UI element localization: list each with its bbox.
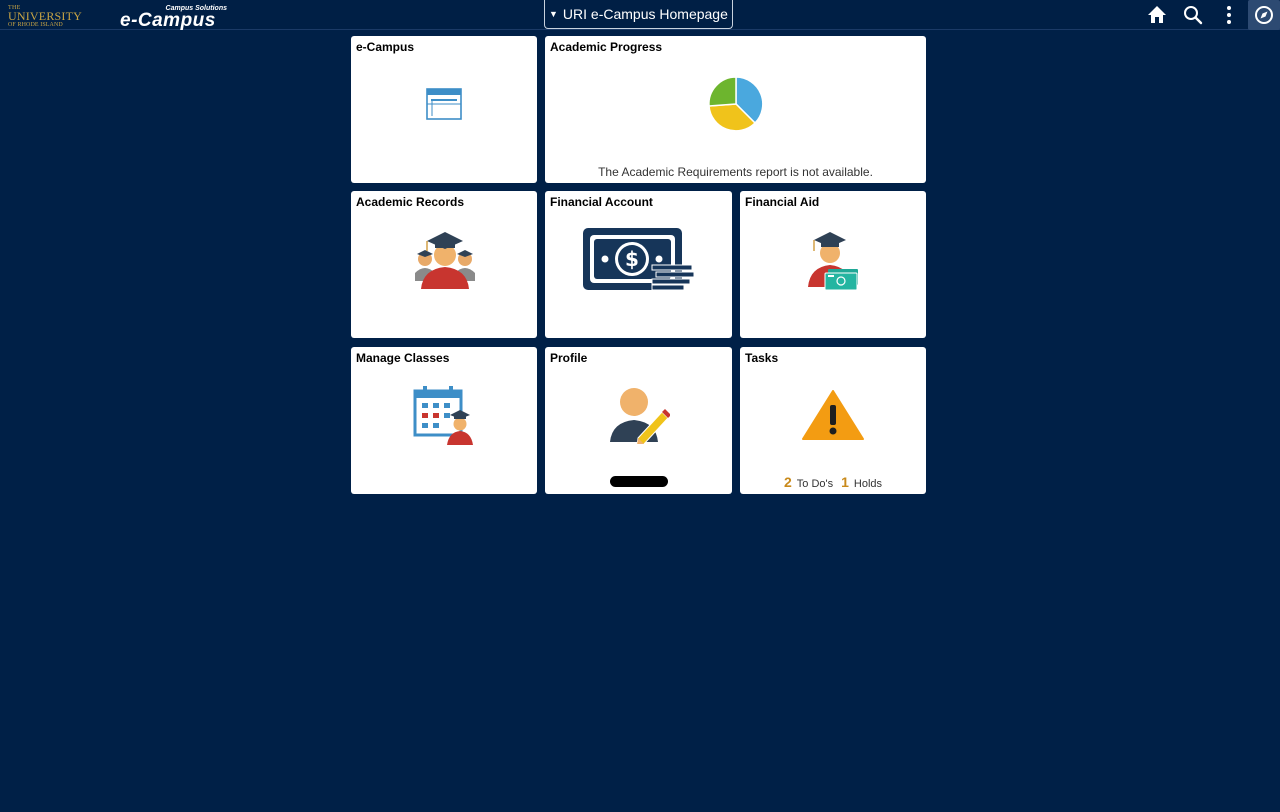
graduates-group-icon	[415, 232, 475, 289]
tile-manage-classes[interactable]: Manage Classes	[351, 347, 537, 494]
academic-report-message: The Academic Requirements report is not …	[598, 165, 873, 179]
warning-icon	[802, 390, 864, 440]
student-with-money-icon	[808, 232, 858, 291]
tile-title: Tasks	[745, 351, 779, 365]
home-icon	[1148, 6, 1166, 23]
more-options-button[interactable]	[1216, 2, 1242, 28]
profile-edit-icon	[610, 388, 670, 444]
navbar-icon	[1255, 6, 1273, 24]
ecampus-logo-main: e-Campus	[120, 10, 216, 31]
tile-title: Financial Account	[550, 195, 653, 209]
uri-logo[interactable]: THE UNIVERSITY OF RHODE ISLAND	[8, 5, 83, 29]
caret-down-icon: ▼	[549, 8, 558, 19]
tile-financial-aid[interactable]: Financial Aid	[740, 191, 926, 338]
homepage-selector-label: URI e-Campus Homepage	[562, 5, 728, 22]
tile-academic-progress[interactable]: Academic Progress The Academic Requireme…	[545, 36, 926, 183]
holds-label: Holds	[853, 478, 883, 490]
tile-title: Financial Aid	[745, 195, 820, 209]
dollar-bill-icon: $	[583, 228, 694, 291]
navbar-button[interactable]	[1248, 0, 1280, 30]
profile-name-redacted-bar	[610, 476, 668, 487]
tile-profile[interactable]: Profile	[545, 347, 732, 494]
more-options-icon	[1227, 6, 1231, 24]
ecampus-logo: Campus Solutions e-Campus	[120, 5, 235, 31]
uri-logo-line3: OF RHODE ISLAND	[8, 22, 63, 28]
calendar-student-icon	[413, 386, 473, 445]
header-bar: THE UNIVERSITY OF RHODE ISLAND Campus So…	[0, 0, 1280, 30]
pie-chart-icon	[708, 76, 764, 132]
tile-title: Profile	[550, 351, 588, 365]
holds-count: 1	[841, 474, 849, 490]
browser-window-icon	[426, 88, 462, 120]
home-button[interactable]	[1144, 2, 1170, 28]
todos-label: To Do's	[796, 478, 834, 490]
tile-title: Academic Records	[356, 195, 465, 209]
uri-logo-line2: UNIVERSITY	[8, 9, 82, 23]
tile-tasks[interactable]: Tasks 2 To Do's 1 Holds	[740, 347, 926, 494]
search-button[interactable]	[1180, 2, 1206, 28]
svg-text:$: $	[625, 247, 639, 271]
todos-count: 2	[783, 474, 792, 490]
tile-ecampus[interactable]: e-Campus	[351, 36, 537, 183]
tile-title: Academic Progress	[550, 40, 663, 54]
tile-title: e-Campus	[356, 40, 415, 54]
tile-financial-account[interactable]: Financial Account $	[545, 191, 732, 338]
tile-academic-records[interactable]: Academic Records	[351, 191, 537, 338]
search-icon	[1184, 6, 1203, 25]
tasks-status: 2 To Do's 1 Holds	[740, 474, 926, 490]
tile-title: Manage Classes	[356, 351, 450, 365]
homepage-selector[interactable]: ▼ URI e-Campus Homepage	[544, 0, 733, 29]
